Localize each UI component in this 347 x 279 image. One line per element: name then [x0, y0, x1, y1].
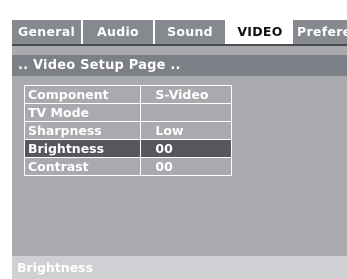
- menu-item-component[interactable]: Component S-Video: [23, 85, 232, 104]
- menu-item-value: 00: [140, 157, 232, 176]
- menu-item-label: TV Mode: [23, 103, 142, 122]
- tab-preferences[interactable]: Preferen: [293, 20, 347, 44]
- menu-item-tv-mode[interactable]: TV Mode: [23, 103, 232, 122]
- tab-sound[interactable]: Sound: [155, 20, 227, 44]
- menu-item-value: Low: [140, 121, 232, 140]
- menu-item-value: [140, 103, 232, 122]
- tab-audio[interactable]: Audio: [83, 20, 155, 44]
- menu-item-label: Sharpness: [23, 121, 142, 140]
- page-title: .. Video Setup Page ..: [12, 55, 347, 76]
- tab-general[interactable]: General: [12, 20, 83, 44]
- status-bar: Brightness: [12, 256, 347, 279]
- menu-item-value: 00: [140, 139, 232, 158]
- video-settings-menu: Component S-Video TV Mode Sharpness Low …: [23, 85, 232, 176]
- menu-item-sharpness[interactable]: Sharpness Low: [23, 121, 232, 140]
- menu-item-label: Component: [23, 85, 142, 104]
- menu-item-value: S-Video: [140, 85, 232, 104]
- tab-video[interactable]: VIDEO: [227, 20, 293, 44]
- tab-bar: General Audio Sound VIDEO Preferen: [12, 20, 347, 46]
- menu-item-label: Brightness: [23, 139, 142, 158]
- menu-item-contrast[interactable]: Contrast 00: [23, 157, 232, 176]
- menu-item-brightness[interactable]: Brightness 00: [23, 139, 232, 158]
- menu-item-label: Contrast: [23, 157, 142, 176]
- osd-screen: General Audio Sound VIDEO Preferen .. Vi…: [12, 20, 347, 279]
